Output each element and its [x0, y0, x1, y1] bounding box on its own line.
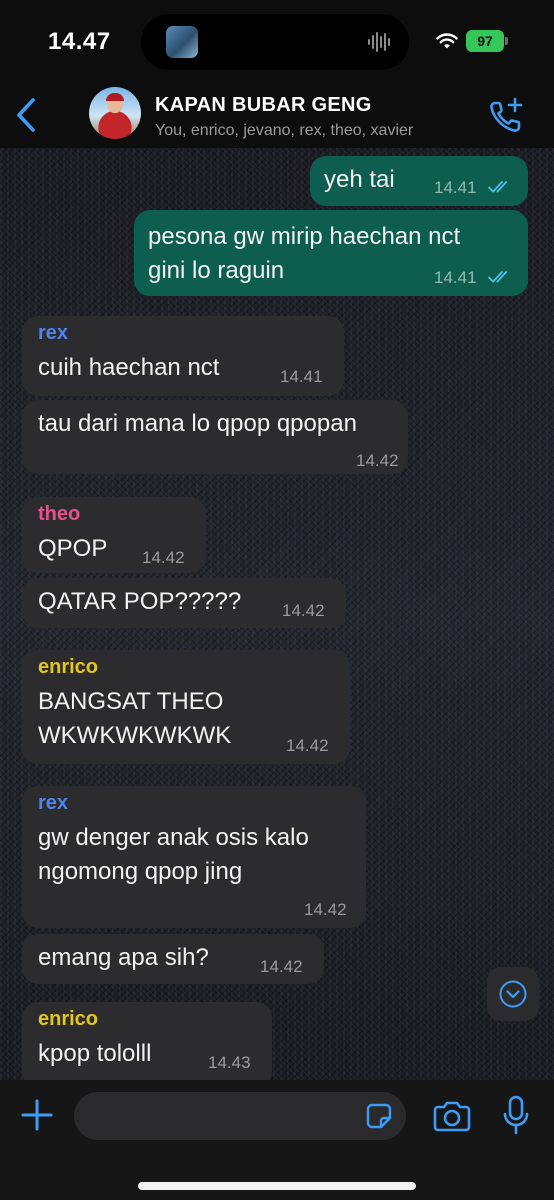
- message-bubble-incoming[interactable]: rex cuih haechan nct 14.41: [22, 316, 344, 396]
- message-bubble-incoming[interactable]: rex gw denger anak osis kalo ngomong qpo…: [22, 786, 366, 928]
- message-text: QPOP: [38, 535, 108, 562]
- sender-name[interactable]: rex: [38, 792, 68, 815]
- message-time: 14.42: [260, 957, 303, 976]
- dynamic-island[interactable]: [141, 14, 409, 70]
- group-name[interactable]: KAPAN BUBAR GENG: [155, 94, 372, 117]
- message-bubble-outgoing[interactable]: yeh tai 14.41: [310, 156, 528, 206]
- chat-messages-area[interactable]: yeh tai 14.41 pesona gw mirip haechan nc…: [0, 148, 554, 1080]
- message-time: 14.41: [434, 178, 477, 197]
- message-time: 14.42: [356, 451, 399, 470]
- message-bubble-incoming[interactable]: theo QPOP 14.42: [22, 497, 206, 573]
- back-button[interactable]: [8, 90, 44, 140]
- message-bubble-incoming[interactable]: enrico BANGSAT THEO WKWKWKWKWK 14.42: [22, 650, 350, 764]
- group-avatar[interactable]: [89, 87, 141, 139]
- message-time: 14.43: [208, 1053, 251, 1072]
- message-time: 14.42: [286, 736, 329, 755]
- message-text-line: WKWKWKWKWK: [38, 722, 232, 749]
- message-bubble-incoming[interactable]: emang apa sih? 14.42: [22, 934, 324, 984]
- message-text: emang apa sih?: [38, 944, 209, 971]
- message-text: yeh tai: [324, 166, 395, 193]
- message-text: kpop tololll: [38, 1040, 152, 1067]
- sender-name[interactable]: rex: [38, 322, 68, 345]
- group-members[interactable]: You, enrico, jevano, rex, theo, xavier: [155, 122, 413, 140]
- microphone-icon[interactable]: [502, 1094, 530, 1138]
- read-receipt-icon: [488, 271, 508, 283]
- battery-icon: 97: [466, 30, 504, 52]
- camera-icon[interactable]: [432, 1098, 472, 1134]
- message-time: 14.42: [304, 900, 347, 919]
- sender-name[interactable]: enrico: [38, 1008, 98, 1031]
- message-bubble-incoming[interactable]: tau dari mana lo qpop qpopan 14.42: [22, 400, 408, 474]
- back-chevron-icon: [17, 98, 35, 132]
- message-text-line: ngomong qpop jing: [38, 858, 243, 885]
- message-text: QATAR POP?????: [38, 588, 242, 615]
- plus-icon[interactable]: [18, 1096, 56, 1134]
- sound-wave-icon: [368, 32, 390, 52]
- battery-cap: [505, 37, 508, 45]
- message-text-line: gini lo raguin: [148, 257, 285, 284]
- chat-header: KAPAN BUBAR GENG You, enrico, jevano, re…: [0, 84, 554, 148]
- scroll-down-icon: [499, 980, 527, 1008]
- message-text-line: pesona gw mirip haechan nct: [148, 223, 461, 250]
- message-text: cuih haechan nct: [38, 354, 220, 381]
- home-indicator[interactable]: [138, 1182, 416, 1190]
- message-time: 14.42: [282, 601, 325, 620]
- message-text: tau dari mana lo qpop qpopan: [38, 410, 357, 437]
- whatsapp-chat-screen: 14.47 97 KAPAN BUBAR GENG You, enrico, j…: [0, 0, 554, 1200]
- message-time: 14.41: [434, 268, 477, 287]
- message-input[interactable]: [74, 1092, 406, 1140]
- message-bubble-outgoing[interactable]: pesona gw mirip haechan nct gini lo ragu…: [134, 210, 528, 296]
- message-text-line: BANGSAT THEO: [38, 688, 224, 715]
- sender-name[interactable]: enrico: [38, 656, 98, 679]
- message-bubble-incoming[interactable]: enrico kpop tololll 14.43: [22, 1002, 272, 1080]
- message-text-line: gw denger anak osis kalo: [38, 824, 309, 851]
- status-time: 14.47: [48, 28, 111, 55]
- sticker-icon[interactable]: [365, 1102, 393, 1130]
- read-receipt-icon: [488, 181, 508, 193]
- message-time: 14.41: [280, 367, 323, 386]
- message-time: 14.42: [142, 548, 185, 567]
- add-call-icon[interactable]: [486, 96, 526, 136]
- sender-name[interactable]: theo: [38, 503, 80, 526]
- message-bubble-incoming[interactable]: QATAR POP????? 14.42: [22, 578, 346, 628]
- status-bar: 14.47 97: [0, 0, 554, 84]
- media-thumbnail-icon: [166, 26, 198, 58]
- wifi-icon: [436, 33, 458, 49]
- scroll-to-bottom-button[interactable]: [487, 967, 539, 1021]
